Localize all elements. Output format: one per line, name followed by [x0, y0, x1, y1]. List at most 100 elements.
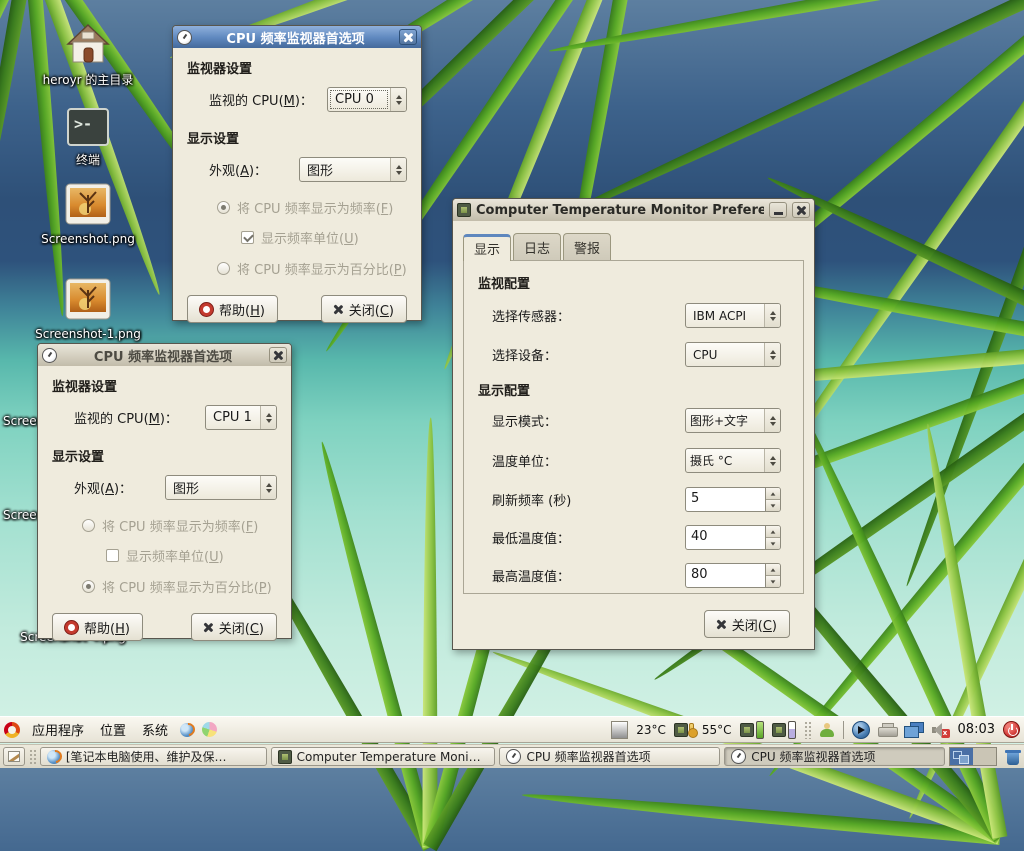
- combo-arrows-icon: [390, 158, 406, 181]
- combo-arrows-icon: [260, 406, 276, 429]
- checkbox-icon: [106, 549, 119, 562]
- firefox-icon: [47, 750, 61, 764]
- radio-selected-icon: [217, 201, 230, 214]
- user-switcher-icon[interactable]: [819, 723, 835, 737]
- close-button[interactable]: [399, 29, 417, 45]
- max-temp-spinner[interactable]: 80: [685, 563, 781, 588]
- applet-drag-handle[interactable]: [804, 721, 811, 739]
- cpu-select-label: 监视的 CPU(M)：: [74, 408, 178, 427]
- gauge-icon: [506, 749, 521, 764]
- menu-applications[interactable]: 应用程序: [28, 718, 88, 741]
- temp-unit-combo[interactable]: 摄氏 °C: [685, 448, 781, 473]
- close-button[interactable]: 关闭(C): [704, 610, 790, 638]
- titlebar[interactable]: CPU 频率监视器首选项: [173, 26, 421, 48]
- radio-show-as-percentage[interactable]: 将 CPU 频率显示为百分比(P): [82, 577, 277, 596]
- desktop-icon-screenshot-1[interactable]: Screenshot-1.png: [33, 278, 143, 341]
- spinner-arrows[interactable]: [765, 526, 780, 549]
- network-monitors-icon[interactable]: [904, 722, 924, 738]
- close-icon: [274, 351, 283, 360]
- chip-green-bar-icon[interactable]: [740, 721, 764, 739]
- menu-system[interactable]: 系统: [138, 718, 172, 741]
- radio-icon: [217, 262, 230, 275]
- sensor-combo[interactable]: IBM ACPI: [685, 303, 781, 328]
- desktop: { "desktop": { "icons": [ { "label": "he…: [0, 0, 1024, 768]
- cpu-select-combo[interactable]: CPU 1: [205, 405, 277, 430]
- help-button[interactable]: 帮助(H): [187, 295, 278, 323]
- spinner-arrows[interactable]: [765, 488, 780, 511]
- trash-icon[interactable]: [1005, 748, 1021, 765]
- muted-speaker-icon[interactable]: x: [932, 722, 950, 738]
- ambient-temp-value: 23°C: [636, 723, 666, 737]
- radio-show-as-frequency[interactable]: 将 CPU 频率显示为频率(F): [217, 198, 407, 217]
- show-desktop-icon: [8, 751, 20, 762]
- window-title: CPU 频率监视器首选项: [62, 346, 264, 365]
- swirl-app-launcher-icon[interactable]: [202, 722, 217, 737]
- close-button[interactable]: 关闭(C): [191, 613, 277, 641]
- clock[interactable]: 08:03: [958, 722, 995, 737]
- radio-show-as-percentage[interactable]: 将 CPU 频率显示为百分比(P): [217, 259, 407, 278]
- help-button[interactable]: 帮助(H): [52, 613, 143, 641]
- desktop-icon-screenshot[interactable]: Screenshot.png: [33, 183, 143, 246]
- chip-purple-bar-icon[interactable]: [772, 721, 796, 739]
- appearance-combo[interactable]: 图形: [165, 475, 277, 500]
- image-icon: [65, 183, 111, 225]
- display-mode-label: 显示模式：: [492, 411, 557, 430]
- max-temp-label: 最高温度值：: [492, 566, 570, 585]
- menu-places[interactable]: 位置: [96, 718, 130, 741]
- power-button-icon[interactable]: [1003, 721, 1020, 738]
- taskbar-button-firefox[interactable]: [笔记本电脑使用、维护及保…: [40, 747, 267, 766]
- workspace-switcher[interactable]: [949, 747, 997, 766]
- close-button[interactable]: [792, 202, 810, 218]
- taskbar-drag-handle[interactable]: [29, 749, 36, 765]
- close-button[interactable]: [269, 347, 287, 363]
- play-media-icon[interactable]: [852, 721, 870, 739]
- taskbar-button-temp-monitor[interactable]: Computer Temperature Moni…: [271, 747, 496, 766]
- desktop-icon-terminal[interactable]: >- 终端: [33, 108, 143, 167]
- display-mode-combo[interactable]: 图形+文字: [685, 408, 781, 433]
- device-combo[interactable]: CPU: [685, 342, 781, 367]
- close-button[interactable]: 关闭(C): [321, 295, 407, 323]
- svg-text:>-: >-: [74, 115, 92, 133]
- appearance-combo[interactable]: 图形: [299, 157, 407, 182]
- chip-thermometer-icon[interactable]: [674, 723, 694, 737]
- desktop-icon-label: Screenshot.png: [33, 232, 143, 246]
- distributor-logo-icon[interactable]: [4, 722, 20, 738]
- mute-badge-icon: x: [941, 729, 950, 738]
- tab-alarm[interactable]: 警报: [563, 233, 611, 260]
- checkbox-show-units[interactable]: 显示频率单位(U): [241, 228, 407, 247]
- desktop-icon-label: 终端: [33, 153, 143, 167]
- cpufreq-graph-applet[interactable]: [611, 721, 628, 739]
- taskbar-button-cpufreq-0[interactable]: CPU 频率监视器首选项: [724, 747, 945, 766]
- tab-display[interactable]: 显示: [463, 234, 511, 261]
- temp-unit-label: 温度单位：: [492, 451, 557, 470]
- show-desktop-button[interactable]: [3, 747, 25, 766]
- close-icon: [334, 305, 343, 314]
- workspace-1-active[interactable]: [950, 748, 973, 765]
- min-temp-spinner[interactable]: 40: [685, 525, 781, 550]
- desktop-icon-home[interactable]: heroyr 的主目录: [33, 20, 143, 87]
- taskbar-button-cpufreq-1[interactable]: CPU 频率监视器首选项: [499, 747, 720, 766]
- printer-icon[interactable]: [878, 723, 896, 736]
- window-title: CPU 频率监视器首选项: [197, 28, 394, 47]
- titlebar[interactable]: CPU 频率监视器首选项: [38, 344, 291, 366]
- dialog-cpu1-preferences: CPU 频率监视器首选项 监视器设置 监视的 CPU(M)： CPU 1 显示设…: [37, 343, 292, 639]
- firefox-launcher-icon[interactable]: [180, 723, 194, 737]
- gauge-icon: [731, 749, 746, 764]
- tab-log[interactable]: 日志: [513, 233, 561, 260]
- workspace-2[interactable]: [973, 748, 996, 765]
- desktop-icon-label: Screenshot-1.png: [33, 327, 143, 341]
- spinner-arrows[interactable]: [765, 564, 780, 587]
- combo-arrows-icon: [390, 88, 406, 111]
- refresh-rate-spinner[interactable]: 5: [685, 487, 781, 512]
- checkbox-show-units[interactable]: 显示频率单位(U): [106, 546, 277, 565]
- close-icon: [404, 33, 413, 42]
- radio-show-as-frequency[interactable]: 将 CPU 频率显示为频率(F): [82, 516, 277, 535]
- section-display-settings: 显示设置: [52, 446, 277, 465]
- gnome-panel: 应用程序 位置 系统 23°C 55°C x 08:03: [0, 716, 1024, 743]
- minimize-button[interactable]: [769, 202, 787, 218]
- close-icon: [717, 620, 726, 629]
- titlebar[interactable]: Computer Temperature Monitor Preferences: [453, 199, 814, 221]
- chip-icon: [278, 750, 292, 764]
- temperature-monitor-icon: [457, 203, 471, 217]
- cpu-select-combo[interactable]: CPU 0: [327, 87, 407, 112]
